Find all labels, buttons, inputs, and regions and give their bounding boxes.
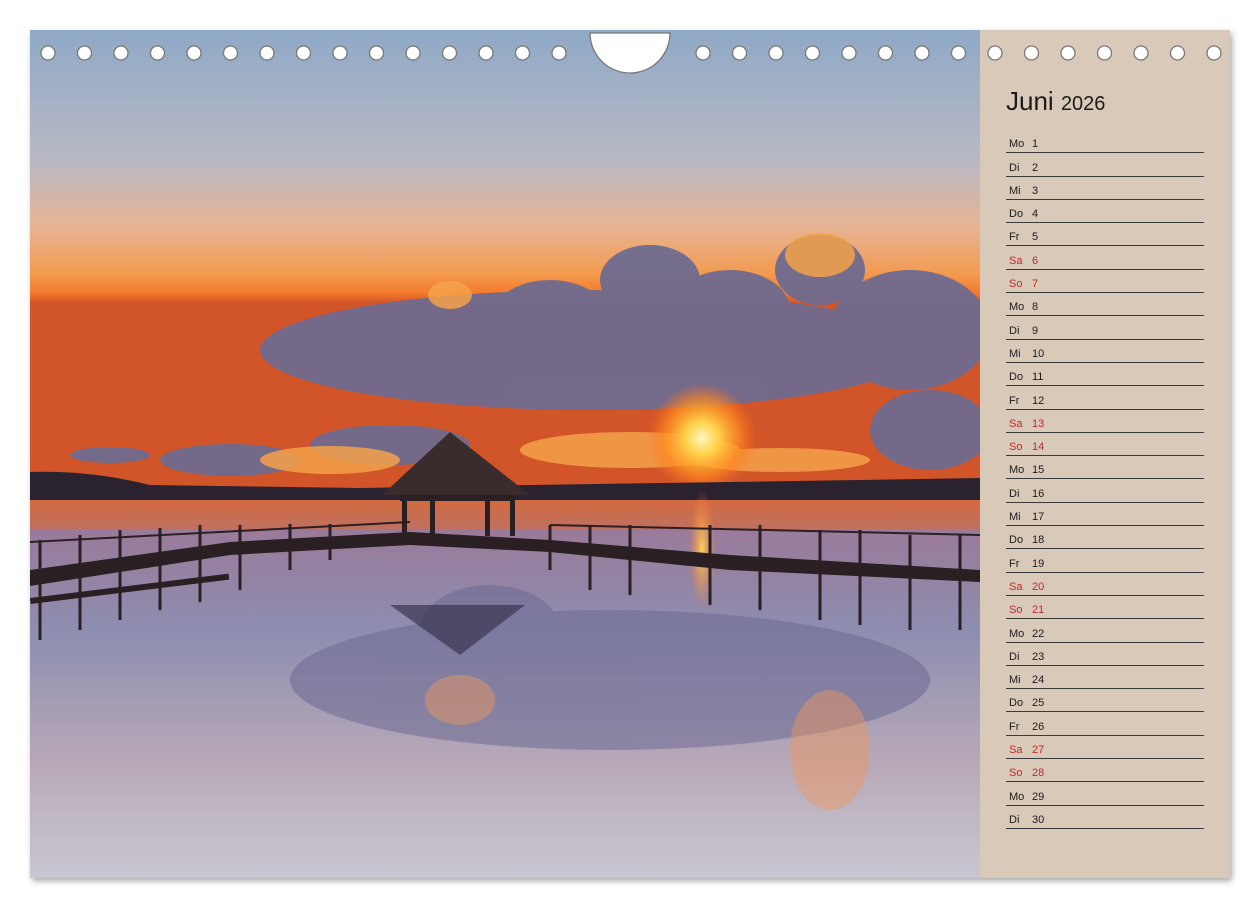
year: 2026 bbox=[1060, 93, 1106, 115]
day-number: 23 bbox=[1032, 650, 1045, 663]
day-name: Di bbox=[1009, 813, 1020, 826]
day-number: 17 bbox=[1032, 511, 1045, 524]
day-row: Sa 6 bbox=[1006, 246, 1204, 270]
day-number: 28 bbox=[1032, 767, 1045, 780]
day-row: Do 11 bbox=[1006, 363, 1204, 387]
day-name: Di bbox=[1009, 487, 1020, 500]
day-number: 5 bbox=[1032, 231, 1039, 244]
day-name: Mo bbox=[1009, 301, 1025, 314]
day-name: Mi bbox=[1009, 184, 1021, 197]
day-row: Di 9 bbox=[1006, 316, 1204, 340]
day-number: 22 bbox=[1032, 627, 1045, 640]
day-row: Fr 19 bbox=[1006, 549, 1204, 573]
day-number: 2 bbox=[1032, 161, 1039, 174]
day-number: 6 bbox=[1032, 254, 1039, 267]
calendar-panel: Juni 2026 Mo 1 Di 2 Mi 3 Do 4 Fr 5 Sa 6 So 7 Mo 8 Di 9 Mi 1… bbox=[980, 30, 1230, 878]
day-row: Fr 26 bbox=[1006, 712, 1204, 736]
day-row: Do 4 bbox=[1006, 200, 1204, 224]
day-number: 11 bbox=[1032, 371, 1044, 384]
day-list: Mo 1 Di 2 Mi 3 Do 4 Fr 5 Sa 6 So 7 Mo 8 Di 9 Mi 10 Do 11 Fr 12 S… bbox=[1006, 130, 1204, 829]
day-row: So 14 bbox=[1006, 433, 1204, 457]
day-row: Mo 22 bbox=[1006, 619, 1204, 643]
day-name: Do bbox=[1009, 697, 1024, 710]
day-number: 30 bbox=[1032, 813, 1045, 826]
day-name: So bbox=[1009, 604, 1023, 617]
day-row: Mi 17 bbox=[1006, 503, 1204, 527]
day-name: Di bbox=[1009, 650, 1020, 663]
month-title: Juni 2026 bbox=[1006, 86, 1105, 117]
day-row: So 7 bbox=[1006, 270, 1204, 294]
day-name: Mo bbox=[1009, 464, 1025, 477]
day-row: Do 18 bbox=[1006, 526, 1204, 550]
day-name: Di bbox=[1009, 324, 1020, 337]
sunset-lake-photo bbox=[30, 30, 980, 878]
day-name: Mo bbox=[1009, 790, 1025, 803]
day-name: Mo bbox=[1009, 627, 1025, 640]
day-row: So 21 bbox=[1006, 596, 1204, 620]
day-number: 29 bbox=[1032, 790, 1045, 803]
day-number: 21 bbox=[1032, 604, 1045, 617]
day-row: Mo 8 bbox=[1006, 293, 1204, 317]
day-row: Sa 27 bbox=[1006, 736, 1204, 760]
day-number: 24 bbox=[1032, 674, 1045, 687]
day-row: Mi 3 bbox=[1006, 177, 1204, 200]
day-number: 15 bbox=[1032, 464, 1045, 477]
day-row: Mo 15 bbox=[1006, 456, 1204, 480]
day-number: 18 bbox=[1032, 534, 1045, 547]
day-name: Mi bbox=[1009, 674, 1021, 687]
day-row: Di 2 bbox=[1006, 153, 1204, 177]
day-name: Mi bbox=[1009, 347, 1021, 360]
day-row: So 28 bbox=[1006, 759, 1204, 783]
day-row: Fr 12 bbox=[1006, 386, 1204, 410]
day-name: Mi bbox=[1009, 511, 1021, 524]
day-number: 8 bbox=[1032, 301, 1039, 314]
day-name: Fr bbox=[1009, 394, 1020, 407]
day-row: Mo 29 bbox=[1006, 782, 1204, 806]
day-number: 26 bbox=[1032, 720, 1045, 733]
day-name: So bbox=[1009, 278, 1023, 291]
day-row: Di 30 bbox=[1006, 806, 1204, 829]
day-name: So bbox=[1009, 441, 1023, 454]
day-row: Sa 13 bbox=[1006, 410, 1204, 433]
day-row: Mi 24 bbox=[1006, 666, 1204, 690]
day-row: Di 23 bbox=[1006, 643, 1204, 666]
day-number: 14 bbox=[1032, 441, 1045, 454]
month-name: Juni bbox=[1006, 86, 1054, 116]
day-name: Di bbox=[1009, 161, 1020, 174]
day-number: 13 bbox=[1032, 417, 1045, 430]
day-row: Sa 20 bbox=[1006, 573, 1204, 596]
day-number: 27 bbox=[1032, 744, 1045, 757]
day-number: 10 bbox=[1032, 347, 1045, 360]
day-name: Mo bbox=[1009, 138, 1025, 151]
day-row: Mo 1 bbox=[1006, 130, 1204, 154]
day-name: Do bbox=[1009, 534, 1024, 547]
day-row: Fr 5 bbox=[1006, 223, 1204, 247]
day-row: Di 16 bbox=[1006, 479, 1204, 503]
day-name: Fr bbox=[1009, 231, 1020, 244]
day-name: Sa bbox=[1009, 417, 1023, 430]
day-number: 19 bbox=[1032, 557, 1045, 570]
day-number: 12 bbox=[1032, 394, 1045, 407]
day-name: Sa bbox=[1009, 254, 1023, 267]
day-name: Do bbox=[1009, 208, 1024, 221]
day-name: Sa bbox=[1009, 580, 1023, 593]
day-row: Mi 10 bbox=[1006, 340, 1204, 363]
day-row: Do 25 bbox=[1006, 689, 1204, 713]
day-name: Do bbox=[1009, 371, 1024, 384]
day-number: 1 bbox=[1032, 138, 1039, 151]
day-number: 4 bbox=[1032, 208, 1039, 221]
day-number: 20 bbox=[1032, 580, 1045, 593]
day-name: Sa bbox=[1009, 744, 1023, 757]
day-number: 3 bbox=[1032, 184, 1039, 197]
day-number: 16 bbox=[1032, 487, 1045, 500]
day-name: Fr bbox=[1009, 720, 1020, 733]
day-number: 25 bbox=[1032, 697, 1045, 710]
calendar-page: Juni 2026 Mo 1 Di 2 Mi 3 Do 4 Fr 5 Sa 6 So 7 Mo 8 Di 9 Mi 1… bbox=[30, 30, 1230, 878]
day-name: Fr bbox=[1009, 557, 1020, 570]
day-name: So bbox=[1009, 767, 1023, 780]
day-number: 7 bbox=[1032, 278, 1039, 291]
day-number: 9 bbox=[1032, 324, 1039, 337]
